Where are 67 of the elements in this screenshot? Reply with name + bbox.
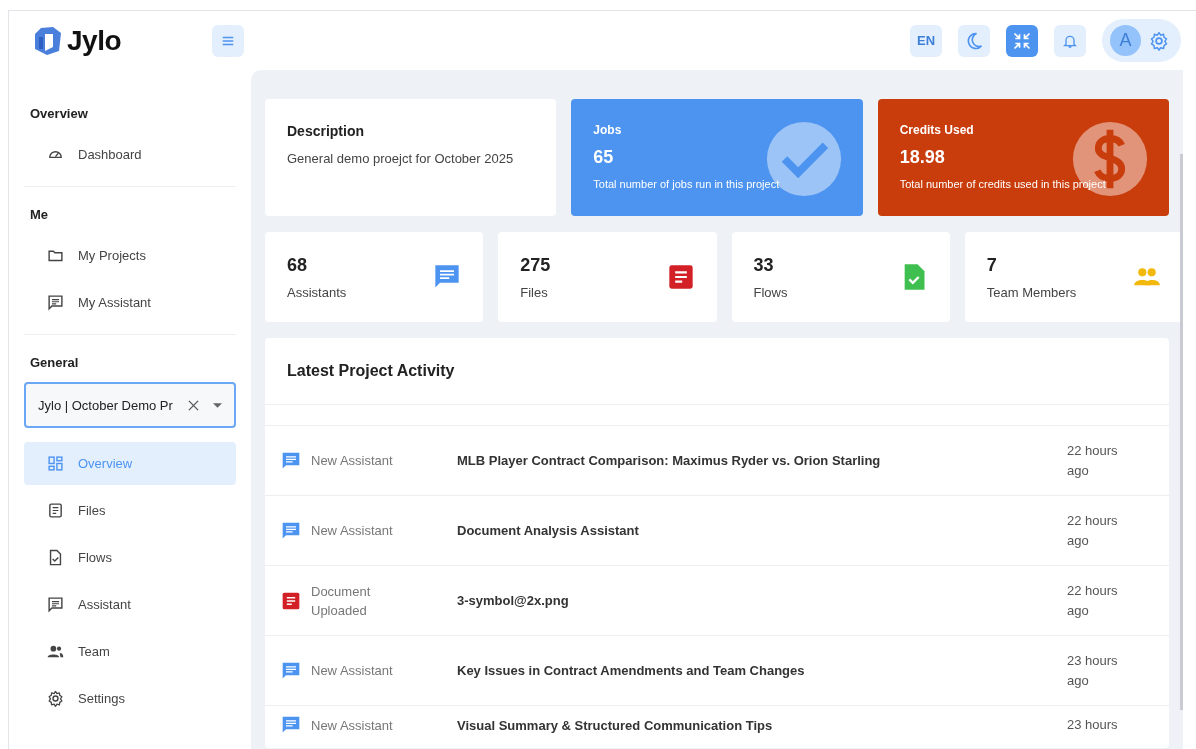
nav-item[interactable]: Flows bbox=[24, 536, 236, 579]
stat-label: Assistants bbox=[287, 284, 348, 300]
activity-time: 22 hours ago bbox=[1067, 441, 1119, 480]
activity-type: New Assistant bbox=[311, 716, 394, 735]
activity-title[interactable]: Key Issues in Contract Amendments and Team Changes bbox=[457, 663, 1067, 678]
chat-icon bbox=[281, 660, 301, 681]
caret-icon[interactable] bbox=[213, 402, 222, 408]
notification-button[interactable] bbox=[1054, 24, 1086, 57]
chat-icon bbox=[47, 596, 64, 613]
activity-time: 23 hours bbox=[1067, 716, 1119, 734]
menu-button[interactable] bbox=[212, 24, 244, 57]
document-icon bbox=[281, 590, 301, 611]
grid-icon bbox=[47, 455, 64, 472]
activity-type: Document Uploaded bbox=[311, 582, 372, 620]
activity-time: 22 hours ago bbox=[1067, 511, 1119, 550]
collapse-arrows-icon[interactable] bbox=[1012, 30, 1032, 51]
nav-item[interactable]: Dashboard bbox=[24, 133, 236, 176]
stat-label: Team Members bbox=[986, 284, 1078, 300]
stat-value: 275 bbox=[520, 254, 552, 276]
activity-title[interactable]: Document Analysis Assistant bbox=[457, 523, 1067, 538]
card-caption: Total number of jobs run in this project bbox=[593, 178, 781, 190]
nav-item[interactable]: Settings bbox=[24, 677, 236, 720]
stat-value: 33 bbox=[753, 254, 775, 276]
nav-item[interactable]: My Projects bbox=[24, 234, 236, 277]
card-title: Jobs bbox=[593, 123, 623, 137]
scrollbar[interactable] bbox=[1180, 154, 1183, 710]
nav-item[interactable]: Team bbox=[24, 630, 236, 673]
fullscreen-button[interactable] bbox=[1006, 24, 1038, 57]
dark-mode-button[interactable] bbox=[958, 24, 990, 57]
description-text: General demo proejct for October 2025 bbox=[287, 151, 515, 166]
nav-item[interactable]: My Assistant bbox=[24, 281, 236, 324]
document-icon bbox=[666, 263, 695, 291]
brand-name: Jylo bbox=[67, 24, 122, 57]
activity-type: New Assistant bbox=[311, 522, 394, 540]
activity-title[interactable]: Visual Summary & Structured Communication Tips bbox=[457, 717, 1067, 733]
card-title: Description bbox=[287, 123, 365, 139]
card-title: Latest Project Activity bbox=[287, 362, 455, 380]
stat-value: 68 bbox=[287, 254, 309, 276]
section-heading: General bbox=[29, 354, 80, 372]
activity-time: 23 hours ago bbox=[1067, 651, 1119, 690]
activity-title[interactable]: MLB Player Contract Comparison: Maximus Ryder vs. Orion Starling bbox=[457, 453, 1067, 468]
card-value: 65 bbox=[593, 147, 615, 168]
people-icon bbox=[47, 643, 64, 660]
activity-type: New Assistant bbox=[311, 452, 394, 470]
chat-icon bbox=[281, 520, 301, 541]
chat-icon bbox=[281, 715, 301, 735]
dollar-circle-icon bbox=[1071, 120, 1149, 198]
nav-item[interactable]: Files bbox=[24, 489, 236, 532]
activity-title[interactable]: 3-symbol@2x.png bbox=[457, 593, 1067, 608]
activity-time: 22 hours ago bbox=[1067, 581, 1119, 620]
section-heading: Me bbox=[29, 206, 50, 224]
section-heading: Overview bbox=[29, 105, 89, 123]
stat-label: Flows bbox=[753, 284, 789, 300]
card-title: Credits Used bbox=[899, 123, 975, 137]
chat-icon bbox=[47, 294, 64, 311]
activity-type: New Assistant bbox=[311, 662, 394, 680]
settings-icon bbox=[47, 690, 64, 707]
stat-value: 7 bbox=[986, 254, 998, 276]
nav-item[interactable]: Assistant bbox=[24, 583, 236, 626]
stat-label: Files bbox=[520, 284, 549, 300]
document-icon bbox=[47, 502, 64, 519]
chat-icon bbox=[281, 450, 301, 471]
file-check-icon bbox=[47, 549, 64, 566]
settings-icon[interactable] bbox=[1149, 30, 1169, 51]
close-icon[interactable] bbox=[188, 399, 199, 411]
card-value: 18.98 bbox=[899, 147, 946, 168]
project-select[interactable]: Jylo | October Demo Pr bbox=[24, 382, 236, 428]
